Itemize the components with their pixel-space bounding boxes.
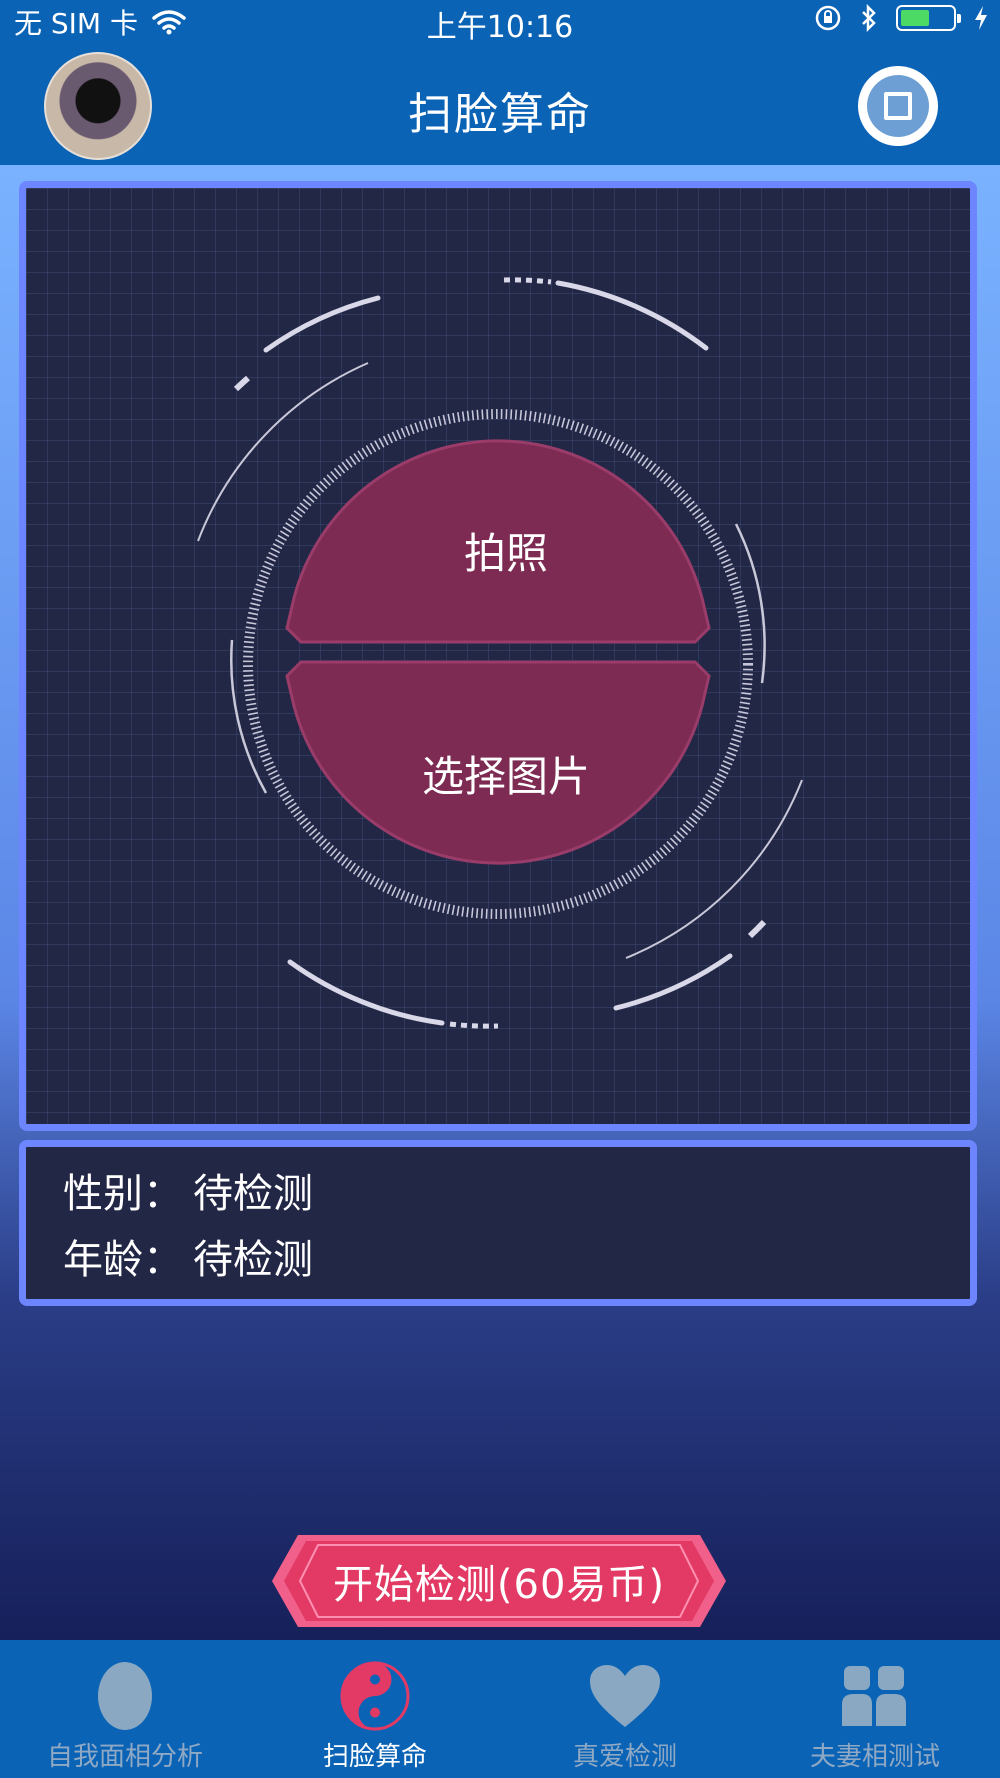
arc-bottom-left bbox=[287, 959, 445, 1026]
nav-bar: 扫脸算命 bbox=[0, 42, 1000, 165]
take-photo-label: 拍照 bbox=[463, 528, 548, 578]
orientation-lock-icon bbox=[815, 5, 841, 31]
arc-top-left-small bbox=[233, 375, 250, 392]
battery-level bbox=[901, 10, 929, 26]
gender-label: 性别： bbox=[63, 1171, 183, 1217]
age-label: 年龄： bbox=[63, 1237, 183, 1283]
bluetooth-icon bbox=[862, 4, 876, 32]
arc-top-left bbox=[263, 295, 381, 353]
couple-icon bbox=[835, 1660, 915, 1732]
age-row: 年龄： 待检测 bbox=[63, 1227, 970, 1293]
scanner-rings bbox=[197, 277, 803, 1029]
tab-label: 夫妻相测试 bbox=[809, 1742, 940, 1772]
choose-image-label: 选择图片 bbox=[421, 751, 590, 801]
tab-self-face-analysis[interactable]: 自我面相分析 bbox=[0, 1640, 250, 1778]
battery-icon bbox=[896, 5, 961, 31]
tab-face-fortune[interactable]: 扫脸算命 bbox=[250, 1640, 500, 1778]
arc-bottom-dots bbox=[449, 1021, 499, 1029]
start-detect-button[interactable]: 开始检测(60易币) bbox=[270, 1529, 728, 1633]
tab-label: 扫脸算命 bbox=[322, 1742, 427, 1772]
stop-icon bbox=[867, 75, 929, 137]
page-title: 扫脸算命 bbox=[408, 89, 592, 140]
stop-button[interactable] bbox=[858, 66, 938, 146]
choose-image-button[interactable]: 选择图片 bbox=[294, 668, 718, 868]
gender-row: 性别： 待检测 bbox=[63, 1161, 970, 1227]
heart-icon bbox=[585, 1660, 665, 1732]
gender-value: 待检测 bbox=[193, 1171, 313, 1217]
tab-bar: 自我面相分析 扫脸算命 真爱检测 夫妻相测试 bbox=[0, 1640, 1000, 1778]
status-right bbox=[814, 4, 988, 32]
age-value: 待检测 bbox=[193, 1237, 313, 1283]
yin-yang-icon bbox=[335, 1660, 415, 1732]
status-bar: 无 SIM 卡 上午10:16 bbox=[0, 0, 1000, 45]
arc-bottom-right-small bbox=[747, 919, 767, 939]
charging-icon bbox=[975, 6, 987, 30]
tab-label: 自我面相分析 bbox=[46, 1742, 203, 1772]
arc-bottom-right bbox=[613, 953, 733, 1011]
face-icon bbox=[85, 1660, 165, 1732]
start-detect-label: 开始检测(60易币) bbox=[332, 1562, 666, 1608]
arc-left-mid bbox=[230, 639, 268, 794]
scan-frame: 拍照 选择图片 bbox=[19, 181, 977, 1131]
arc-top-right bbox=[555, 280, 709, 351]
result-panel: 性别： 待检测 年龄： 待检测 bbox=[19, 1140, 977, 1306]
tab-couple-face-test[interactable]: 夫妻相测试 bbox=[750, 1640, 1000, 1778]
arc-top-right-dots bbox=[503, 277, 552, 285]
tab-label: 真爱检测 bbox=[572, 1742, 677, 1772]
tab-true-love-test[interactable]: 真爱检测 bbox=[500, 1640, 750, 1778]
take-photo-button[interactable]: 拍照 bbox=[294, 450, 718, 650]
